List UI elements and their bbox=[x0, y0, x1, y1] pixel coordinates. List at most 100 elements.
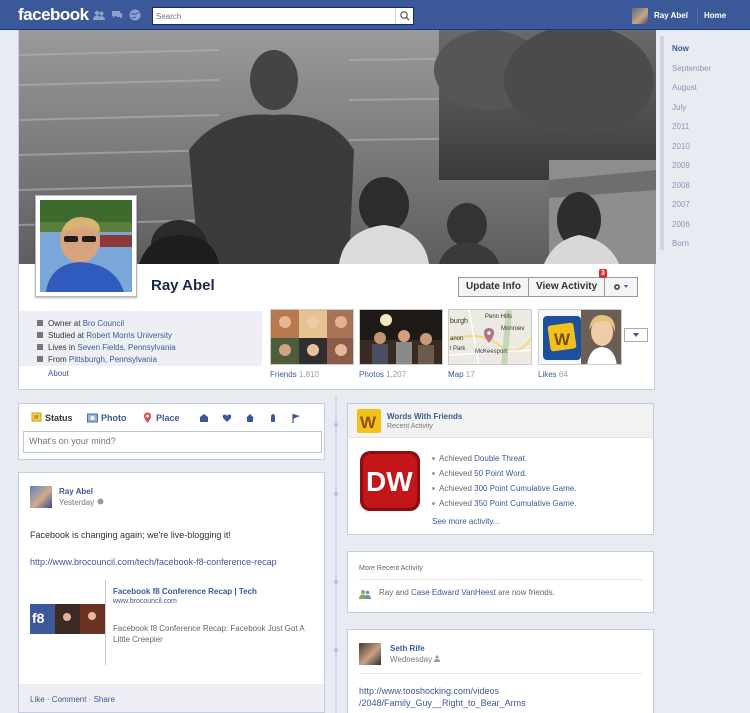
photos-label[interactable]: Photos bbox=[359, 370, 384, 379]
achievement-link[interactable]: 50 Point Word. bbox=[474, 469, 527, 478]
flag-icon[interactable] bbox=[291, 413, 301, 425]
info-from-link[interactable]: Pittsburgh, Pennsylvania bbox=[69, 355, 157, 364]
facebook-logo[interactable]: facebook bbox=[18, 5, 89, 25]
profile-name[interactable]: Ray Abel bbox=[151, 277, 215, 294]
shared-link-domain[interactable]: www.brocouncil.com bbox=[113, 598, 177, 605]
activity-text-end: are now friends. bbox=[495, 588, 555, 597]
shared-link-title[interactable]: Facebook f8 Conference Recap | Tech bbox=[113, 587, 257, 596]
timeline-dot bbox=[334, 423, 338, 427]
post-link[interactable]: http://www.tooshocking.com/videos/2048/F… bbox=[359, 685, 526, 709]
profile-picture[interactable] bbox=[35, 195, 137, 297]
likes-tile[interactable]: W bbox=[538, 309, 622, 365]
likes-count: 64 bbox=[558, 370, 568, 379]
map-label[interactable]: Map bbox=[448, 370, 464, 379]
activity-name-b[interactable]: Case Edward VanHeest bbox=[411, 588, 496, 597]
map-place-label: McKeesport bbox=[475, 349, 508, 355]
app-subtitle: Recent Activity bbox=[387, 423, 433, 430]
tab-status[interactable]: Status bbox=[31, 412, 73, 423]
post-author[interactable]: Ray Abel bbox=[59, 487, 93, 496]
timeline-item-born[interactable]: Born bbox=[672, 239, 689, 248]
likes-tile-label[interactable]: Likes 64 bbox=[538, 370, 568, 379]
post-link[interactable]: http://www.brocouncil.com/tech/facebook-… bbox=[30, 557, 277, 567]
tab-place[interactable]: Place bbox=[142, 412, 180, 423]
shared-link-thumbnail[interactable]: f8 bbox=[30, 604, 105, 634]
photos-tile-label[interactable]: Photos 1,207 bbox=[359, 370, 406, 379]
post-link-line[interactable]: http://www.tooshocking.com/videos bbox=[359, 686, 499, 696]
timeline-item-2010[interactable]: 2010 bbox=[672, 142, 690, 151]
friends-tile-label[interactable]: Friends 1,810 bbox=[270, 370, 319, 379]
search-button[interactable] bbox=[395, 8, 413, 24]
briefcase-icon bbox=[37, 320, 43, 326]
post-time-label[interactable]: Yesterday bbox=[59, 498, 94, 507]
activity-count-badge: 3 bbox=[599, 269, 607, 278]
globe-icon bbox=[97, 498, 104, 505]
info-lives-link[interactable]: Seven Fields, Pennsylvania bbox=[77, 343, 175, 352]
shared-link-description: Facebook f8 Conference Recap: Facebook J… bbox=[113, 624, 305, 644]
friends-count: 1,810 bbox=[298, 370, 319, 379]
search-input[interactable] bbox=[156, 10, 388, 22]
post-link-line[interactable]: /2048/Family_Guy__Right_to_Bear_Arms bbox=[359, 698, 526, 708]
app-logo[interactable]: DW bbox=[359, 450, 421, 512]
map-tile-label[interactable]: Map 17 bbox=[448, 370, 475, 379]
search-icon bbox=[400, 11, 410, 21]
user-avatar[interactable] bbox=[632, 8, 648, 24]
timeline-item-august[interactable]: August bbox=[672, 83, 697, 92]
activity-name-a[interactable]: Ray bbox=[379, 588, 393, 597]
post-actions[interactable]: Like · Comment · Share bbox=[30, 695, 115, 704]
likes-label[interactable]: Likes bbox=[538, 370, 557, 379]
timeline-item-now[interactable]: Now bbox=[672, 44, 689, 53]
achievement-prefix: Achieved bbox=[439, 469, 475, 478]
place-icon bbox=[142, 412, 153, 423]
friends-label[interactable]: Friends bbox=[270, 370, 297, 379]
see-more-activity-link[interactable]: See more activity... bbox=[432, 517, 499, 526]
status-input[interactable]: What's on your mind? bbox=[23, 431, 322, 453]
post-author[interactable]: Seth Rife bbox=[390, 644, 425, 653]
update-info-button[interactable]: Update Info bbox=[459, 278, 529, 296]
timeline-item-2007[interactable]: 2007 bbox=[672, 200, 690, 209]
app-logo-text: DW bbox=[366, 466, 413, 497]
timeline-item-july[interactable]: July bbox=[672, 103, 686, 112]
timeline-item-2008[interactable]: 2008 bbox=[672, 181, 690, 190]
map-tile[interactable]: burgh Penn Hills Monroev anon l Park McK… bbox=[448, 309, 532, 365]
friend-requests-icon[interactable] bbox=[93, 9, 105, 21]
achievement-link[interactable]: 350 Point Cumulative Game. bbox=[474, 499, 576, 508]
health-icon[interactable] bbox=[268, 413, 278, 425]
info-education-link[interactable]: Robert Morris University bbox=[86, 331, 172, 340]
house-icon bbox=[37, 344, 43, 350]
home-link[interactable]: Home bbox=[704, 11, 726, 20]
info-from: From Pittsburgh, Pennsylvania bbox=[37, 355, 157, 364]
notifications-icon[interactable] bbox=[129, 9, 141, 21]
settings-dropdown-button[interactable] bbox=[605, 278, 637, 296]
heart-icon[interactable] bbox=[222, 413, 232, 425]
life-event-icon[interactable] bbox=[199, 413, 209, 425]
timeline-item-2009[interactable]: 2009 bbox=[672, 161, 690, 170]
tiles-more-dropdown[interactable] bbox=[624, 328, 648, 342]
tab-photo[interactable]: Photo bbox=[87, 412, 127, 423]
post-time-label[interactable]: Wednesday bbox=[390, 655, 432, 664]
info-work-prefix: Owner at bbox=[48, 319, 83, 328]
info-work-link[interactable]: Bro Council bbox=[83, 319, 124, 328]
home-icon[interactable] bbox=[245, 413, 255, 425]
timeline-item-september[interactable]: September bbox=[672, 64, 711, 73]
status-composer: Status Photo Place What's on your mind? bbox=[18, 403, 325, 460]
tab-status-label: Status bbox=[45, 413, 73, 423]
achievement-item: Achieved 300 Point Cumulative Game. bbox=[432, 484, 576, 493]
avatar[interactable] bbox=[30, 486, 52, 508]
friends-tile[interactable] bbox=[270, 309, 354, 365]
about-link[interactable]: About bbox=[48, 369, 69, 378]
messages-icon[interactable] bbox=[111, 9, 123, 21]
svg-text:f8: f8 bbox=[32, 610, 45, 626]
view-activity-button[interactable]: View Activity bbox=[529, 278, 606, 296]
post-time: Wednesday bbox=[390, 655, 442, 664]
achievement-link[interactable]: Double Threat. bbox=[474, 454, 527, 463]
timeline-item-2011[interactable]: 2011 bbox=[672, 122, 689, 131]
app-title[interactable]: Words With Friends bbox=[387, 412, 462, 421]
divider bbox=[359, 579, 642, 580]
photos-tile[interactable] bbox=[359, 309, 443, 365]
user-name-link[interactable]: Ray Abel bbox=[654, 11, 688, 20]
achievement-link[interactable]: 300 Point Cumulative Game. bbox=[474, 484, 576, 493]
timeline-item-2006[interactable]: 2006 bbox=[672, 220, 690, 229]
avatar[interactable] bbox=[359, 643, 381, 665]
divider bbox=[105, 580, 106, 665]
words-with-friends-icon[interactable]: W bbox=[357, 409, 381, 433]
